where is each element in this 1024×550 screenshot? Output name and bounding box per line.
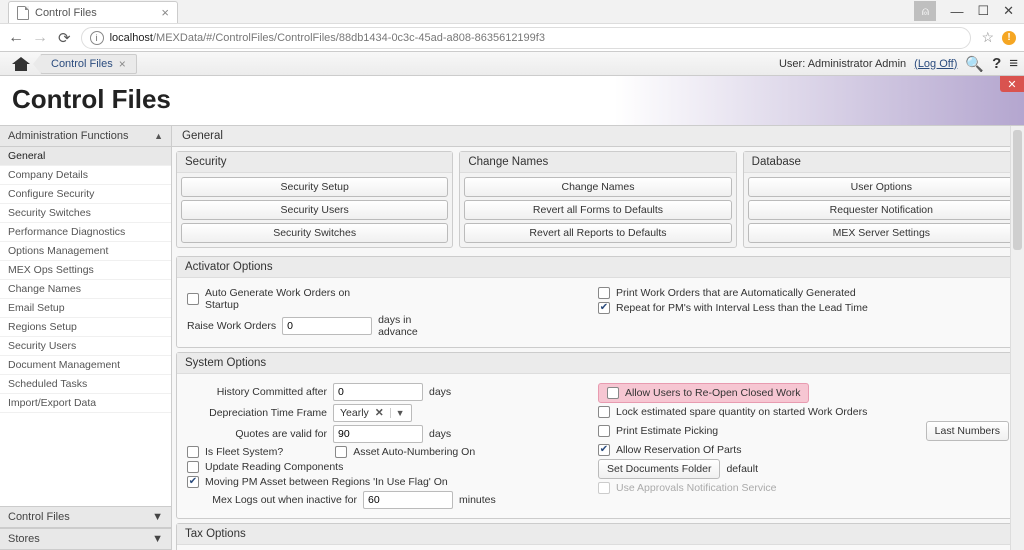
moving-pm-checkbox[interactable] xyxy=(187,476,199,488)
bookmark-icon[interactable]: ☆ xyxy=(981,29,994,46)
chevron-down-icon: ▼ xyxy=(152,511,163,523)
activator-options-group: Activator Options Auto Generate Work Ord… xyxy=(176,256,1020,348)
section-database: Database User Options Requester Notifica… xyxy=(743,151,1020,248)
quotes-valid-input[interactable] xyxy=(333,425,423,443)
panel-title: General xyxy=(172,126,1024,147)
requester-notification-button[interactable]: Requester Notification xyxy=(748,200,1015,220)
sidebar-item-regions-setup[interactable]: Regions Setup xyxy=(0,318,171,337)
address-bar: ← → ⟳ i localhost/MEXData/#/ControlFiles… xyxy=(0,24,1024,52)
lock-estimated-checkbox[interactable] xyxy=(598,406,610,418)
raise-work-orders-input[interactable] xyxy=(282,317,372,335)
fleet-checkbox[interactable] xyxy=(187,446,199,458)
section-security: Security Security Setup Security Users S… xyxy=(176,151,453,248)
sidebar-item-security-switches[interactable]: Security Switches xyxy=(0,204,171,223)
revert-forms-button[interactable]: Revert all Forms to Defaults xyxy=(464,200,731,220)
depreciation-select[interactable]: Yearly ✕ ▼ xyxy=(333,404,412,422)
url-path: /MEXData/#/ControlFiles/ControlFiles/88d… xyxy=(153,32,545,44)
vertical-scrollbar[interactable] xyxy=(1010,126,1024,550)
sidebar-item-email-setup[interactable]: Email Setup xyxy=(0,299,171,318)
url-field[interactable]: i localhost/MEXData/#/ControlFiles/Contr… xyxy=(81,27,972,49)
page-header: Control Files xyxy=(0,76,1024,125)
sidebar-list: General Company Details Configure Securi… xyxy=(0,147,171,506)
print-wo-checkbox[interactable] xyxy=(598,287,610,299)
repeat-pm-checkbox[interactable] xyxy=(598,302,610,314)
sidebar-group-control-files[interactable]: Control Files▼ xyxy=(0,506,171,528)
section-change-names: Change Names Change Names Revert all For… xyxy=(459,151,736,248)
logout-minutes-input[interactable] xyxy=(363,491,453,509)
sidebar-item-general[interactable]: General xyxy=(0,147,171,166)
print-estimate-checkbox[interactable] xyxy=(598,425,610,437)
set-documents-folder-button[interactable]: Set Documents Folder xyxy=(598,459,720,479)
browser-tab-strip: Control Files × ⍝ — ☐ ✕ xyxy=(0,0,1024,24)
sidebar-item-security-users[interactable]: Security Users xyxy=(0,337,171,356)
chevron-down-icon[interactable]: ▼ xyxy=(390,408,405,418)
window-controls: ⍝ — ☐ ✕ xyxy=(914,1,1024,23)
sidebar: Administration Functions ▲ General Compa… xyxy=(0,126,172,550)
asset-auto-checkbox[interactable] xyxy=(335,446,347,458)
sidebar-item-options-management[interactable]: Options Management xyxy=(0,242,171,261)
sidebar-item-configure-security[interactable]: Configure Security xyxy=(0,185,171,204)
allow-reopen-highlight: Allow Users to Re-Open Closed Work xyxy=(598,383,809,403)
security-setup-button[interactable]: Security Setup xyxy=(181,177,448,197)
history-committed-input[interactable] xyxy=(333,383,423,401)
warning-icon[interactable]: ! xyxy=(1002,31,1016,45)
sidebar-item-mex-ops-settings[interactable]: MEX Ops Settings xyxy=(0,261,171,280)
chevron-down-icon: ▼ xyxy=(152,533,163,545)
security-switches-button[interactable]: Security Switches xyxy=(181,223,448,243)
revert-reports-button[interactable]: Revert all Reports to Defaults xyxy=(464,223,731,243)
use-approvals-checkbox xyxy=(598,482,610,494)
sidebar-item-change-names[interactable]: Change Names xyxy=(0,280,171,299)
main-panel: General Security Security Setup Security… xyxy=(172,126,1024,550)
sidebar-item-scheduled-tasks[interactable]: Scheduled Tasks xyxy=(0,375,171,394)
home-icon[interactable] xyxy=(12,57,30,71)
app-toolbar: Control Files × User: Administrator Admi… xyxy=(0,52,1024,76)
update-reading-checkbox[interactable] xyxy=(187,461,199,473)
close-window-icon[interactable]: ✕ xyxy=(1003,3,1014,19)
maximize-icon[interactable]: ☐ xyxy=(977,3,989,19)
clear-icon[interactable]: ✕ xyxy=(375,407,384,419)
last-numbers-button[interactable]: Last Numbers xyxy=(926,421,1009,441)
tab-title: Control Files xyxy=(35,7,97,19)
back-icon[interactable]: ← xyxy=(8,29,24,47)
sidebar-group-stores[interactable]: Stores▼ xyxy=(0,528,171,550)
forward-icon[interactable]: → xyxy=(32,29,48,47)
page-title: Control Files xyxy=(12,84,1012,115)
sidebar-item-document-management[interactable]: Document Management xyxy=(0,356,171,375)
allow-reopen-checkbox[interactable] xyxy=(607,387,619,399)
scrollbar-thumb[interactable] xyxy=(1013,130,1022,250)
sidebar-item-company-details[interactable]: Company Details xyxy=(0,166,171,185)
breadcrumb-tab[interactable]: Control Files × xyxy=(40,54,137,74)
minimize-icon[interactable]: — xyxy=(950,4,963,19)
sidebar-item-performance-diagnostics[interactable]: Performance Diagnostics xyxy=(0,223,171,242)
logoff-link[interactable]: (Log Off) xyxy=(914,58,957,70)
user-icon[interactable]: ⍝ xyxy=(914,1,936,21)
collapse-icon[interactable]: ▲ xyxy=(154,131,163,141)
breadcrumb-close-icon[interactable]: × xyxy=(119,57,126,71)
reload-icon[interactable]: ⟳ xyxy=(58,29,71,47)
menu-icon[interactable]: ≡ xyxy=(1009,55,1018,72)
sidebar-header[interactable]: Administration Functions ▲ xyxy=(0,126,171,147)
tax-options-group: Tax Options Global Tax Rate: 3 ✕ ▼ xyxy=(176,523,1020,550)
help-icon[interactable]: ? xyxy=(992,55,1001,72)
sidebar-item-import-export[interactable]: Import/Export Data xyxy=(0,394,171,413)
change-names-button[interactable]: Change Names xyxy=(464,177,731,197)
user-options-button[interactable]: User Options xyxy=(748,177,1015,197)
search-icon[interactable]: 🔍 xyxy=(965,55,984,73)
allow-reservation-checkbox[interactable] xyxy=(598,444,610,456)
document-icon xyxy=(17,6,29,20)
close-tab-icon[interactable]: × xyxy=(161,5,169,20)
auto-generate-checkbox[interactable] xyxy=(187,293,199,305)
breadcrumb-label: Control Files xyxy=(51,58,113,70)
system-options-group: System Options History Committed after d… xyxy=(176,352,1020,519)
panel-close-icon[interactable]: ✕ xyxy=(1000,76,1024,92)
security-users-button[interactable]: Security Users xyxy=(181,200,448,220)
mex-server-settings-button[interactable]: MEX Server Settings xyxy=(748,223,1015,243)
browser-tab[interactable]: Control Files × xyxy=(8,1,178,23)
url-host: localhost xyxy=(110,32,153,44)
user-label: User: Administrator Admin xyxy=(779,58,906,70)
site-info-icon[interactable]: i xyxy=(90,31,104,45)
